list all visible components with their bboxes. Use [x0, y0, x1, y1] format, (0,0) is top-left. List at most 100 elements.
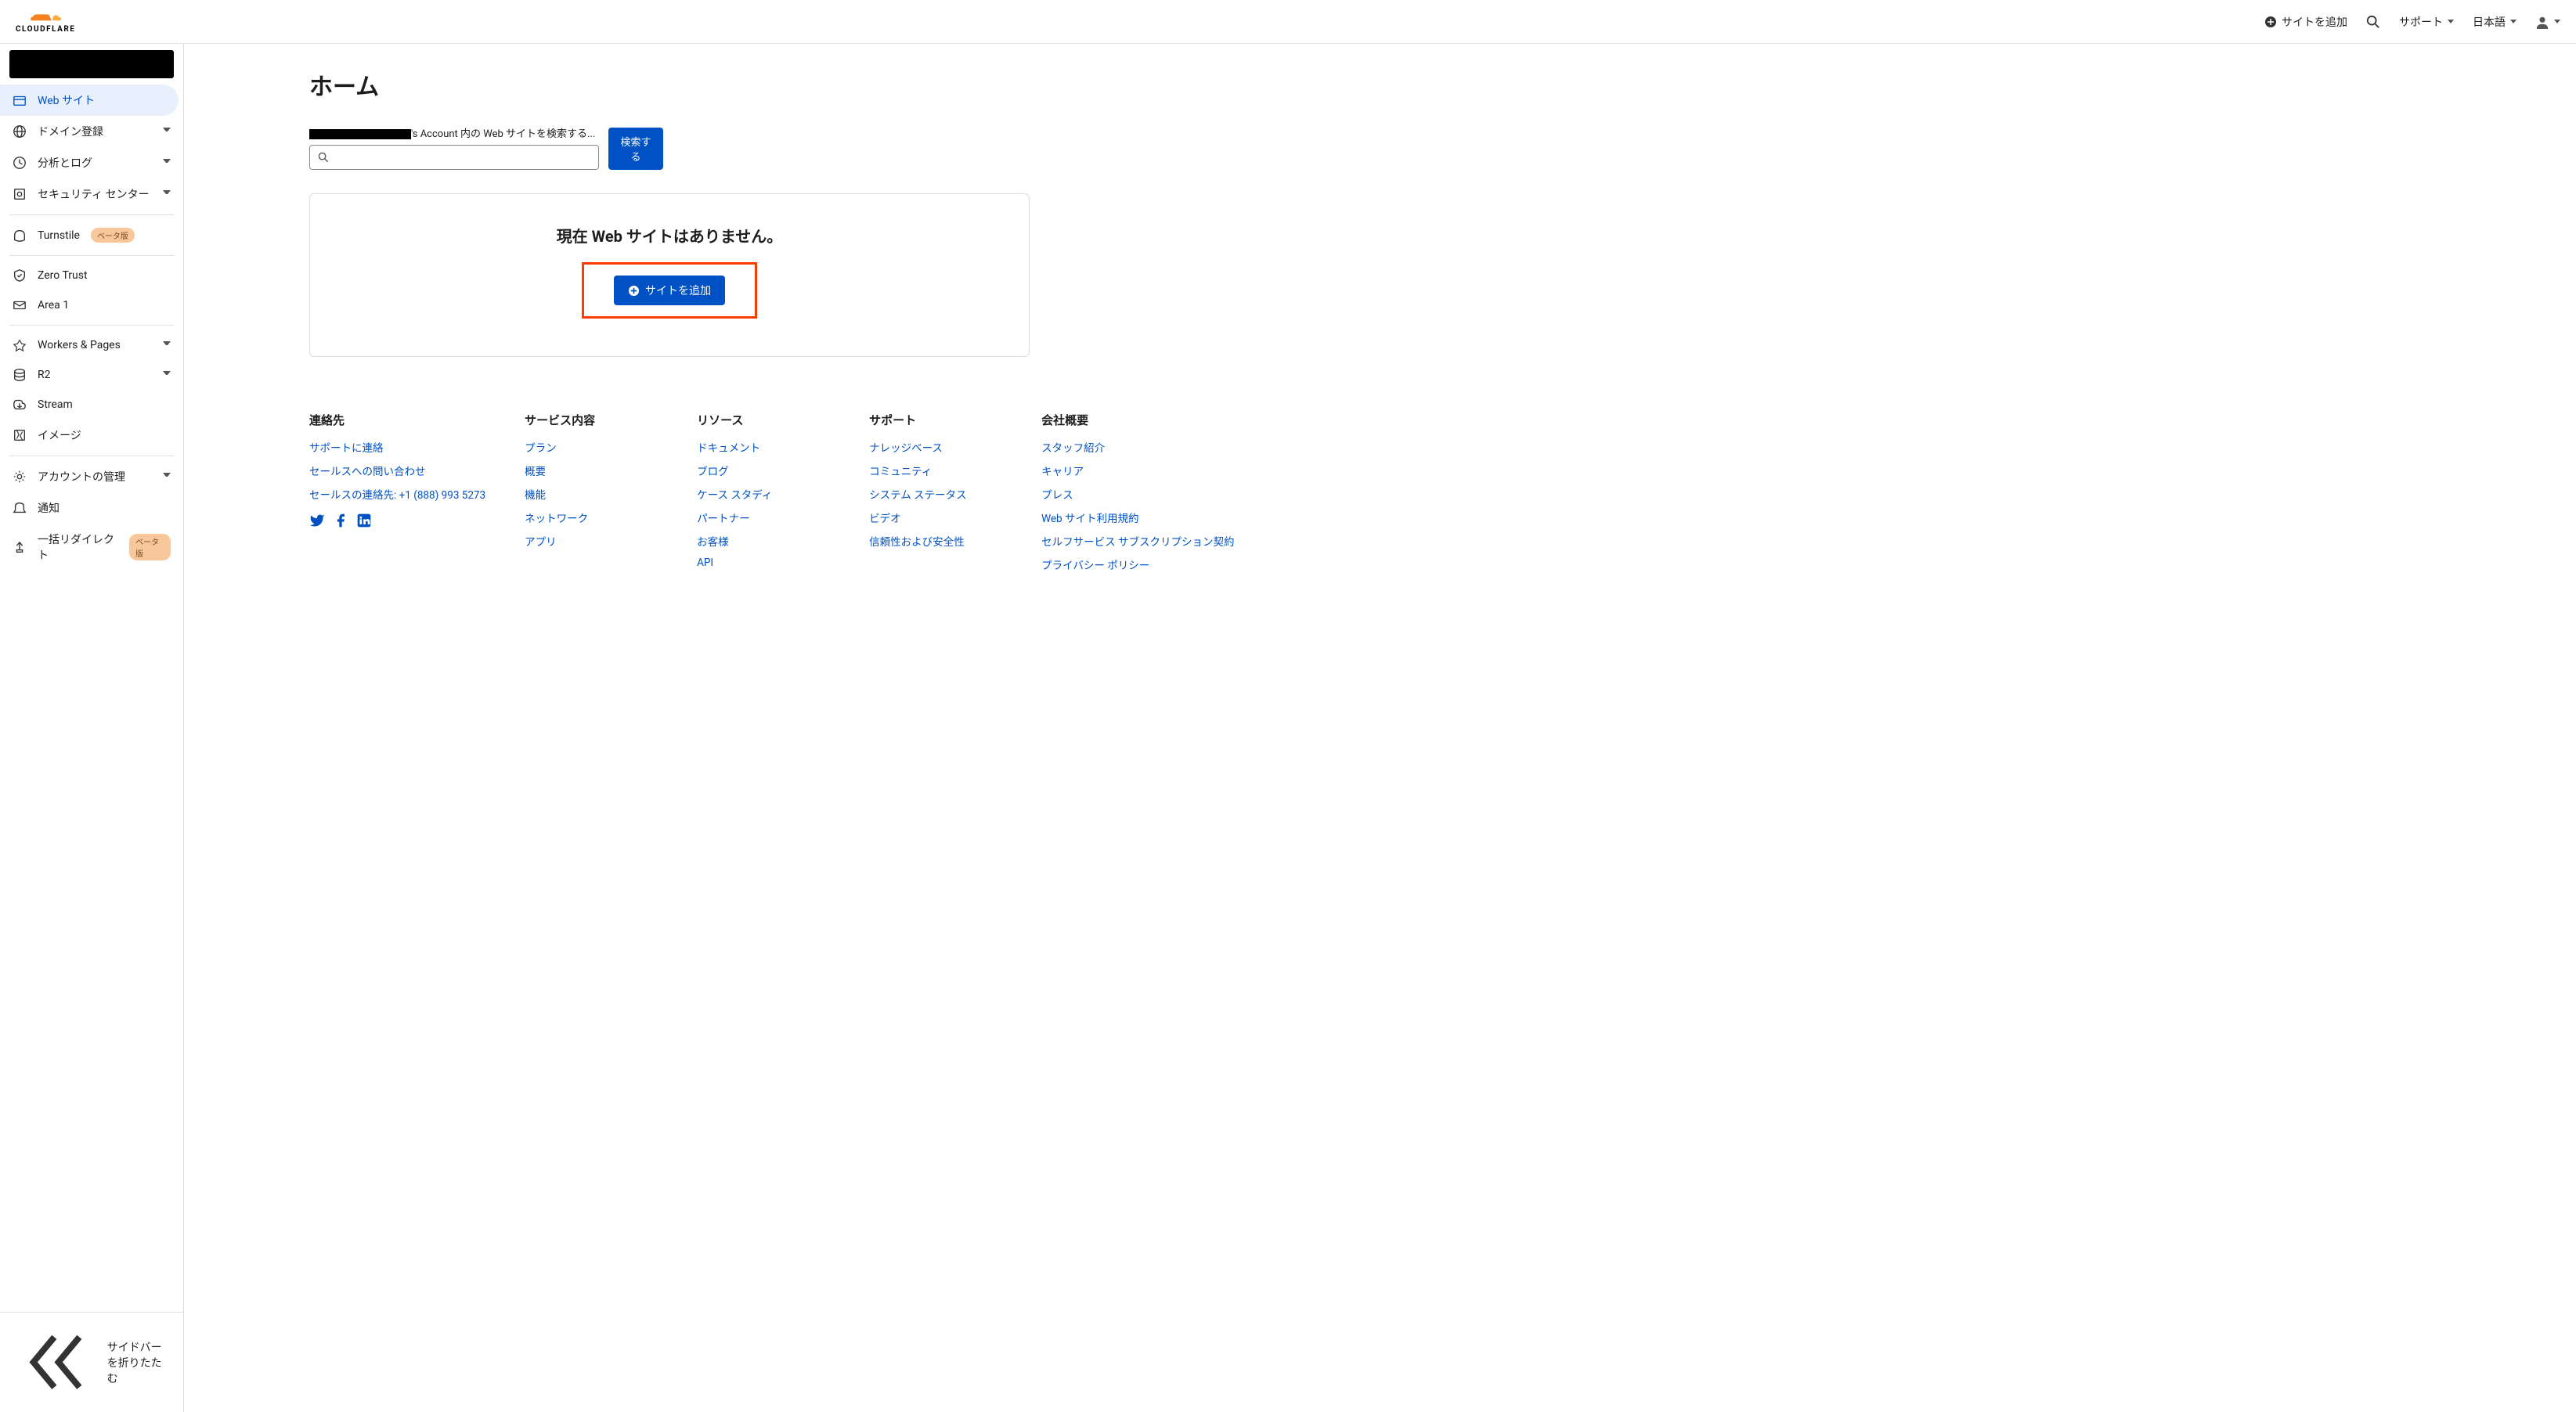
sidebar-item-label: セキュリティ センター: [38, 186, 150, 202]
footer-link[interactable]: 機能: [525, 489, 546, 502]
language-label: 日本語: [2473, 14, 2506, 30]
caret-down-icon: [2448, 20, 2454, 23]
nav-icon: [13, 124, 27, 139]
footer-link[interactable]: コミュニティ: [869, 466, 932, 478]
footer-heading: サービス内容: [525, 412, 658, 428]
main-content: ホーム 's Account 内の Web サイトを検索する... 検索する 現…: [184, 44, 2576, 388]
footer-link[interactable]: Web サイト利用規約: [1041, 513, 1138, 525]
language-dropdown[interactable]: 日本語: [2473, 14, 2516, 30]
sidebar-item[interactable]: Workers & Pages: [0, 330, 183, 360]
search-input-wrapper[interactable]: [309, 145, 599, 170]
nav-icon: [13, 398, 27, 412]
twitter-icon[interactable]: [309, 513, 325, 528]
nav-icon: [13, 540, 27, 554]
caret-down-icon: [163, 128, 171, 135]
search-button[interactable]: 検索する: [608, 128, 663, 170]
logo-text: CLOUDFLARE: [16, 25, 75, 34]
caret-down-icon: [163, 159, 171, 167]
add-site-button-label: サイトを追加: [645, 283, 711, 298]
sidebar-item-label: Area 1: [38, 299, 69, 312]
sidebar-item[interactable]: アカウントの管理: [0, 461, 183, 492]
account-dropdown[interactable]: [2535, 15, 2560, 29]
logo[interactable]: CLOUDFLARE: [16, 9, 75, 34]
footer-link[interactable]: ビデオ: [869, 513, 901, 525]
footer-link[interactable]: プラン: [525, 442, 557, 455]
linkedin-icon[interactable]: [356, 513, 372, 528]
sidebar-item[interactable]: セキュリティ センター: [0, 178, 183, 210]
footer-link[interactable]: パートナー: [697, 513, 750, 525]
sidebar-collapse-button[interactable]: サイドバーを折りたたむ: [0, 1312, 183, 1412]
sidebar-item-label: ドメイン登録: [38, 124, 103, 139]
search-input[interactable]: [335, 151, 590, 164]
footer-link[interactable]: アプリ: [525, 536, 557, 549]
footer-link[interactable]: ネットワーク: [525, 513, 588, 525]
footer-heading: 会社概要: [1041, 412, 1234, 428]
sidebar-item[interactable]: Stream: [0, 390, 183, 420]
footer: 連絡先サポートに連絡セールスへの問い合わせセールスの連絡先: +1 (888) …: [184, 388, 2576, 611]
footer-link[interactable]: サポートに連絡: [309, 442, 384, 455]
header-right: サイトを追加 サポート 日本語: [2264, 14, 2560, 30]
footer-link[interactable]: キャリア: [1041, 466, 1084, 478]
empty-state-title: 現在 Web サイトはありません。: [326, 224, 1013, 247]
account-selector[interactable]: [9, 50, 174, 78]
search-label: 's Account 内の Web サイトを検索する...: [309, 125, 599, 140]
caret-down-icon: [163, 371, 171, 379]
collapse-icon: [13, 1320, 96, 1404]
sidebar-item[interactable]: R2: [0, 360, 183, 390]
sidebar-item-label: 一括リダイレクト: [38, 531, 118, 563]
support-dropdown[interactable]: サポート: [2399, 14, 2454, 30]
footer-link[interactable]: プレス: [1041, 489, 1073, 502]
sidebar-item[interactable]: Turnstileベータ版: [0, 220, 183, 250]
caret-down-icon: [163, 473, 171, 481]
redacted-account-name: [309, 129, 411, 139]
sidebar-item[interactable]: ドメイン登録: [0, 116, 183, 147]
sidebar-item-label: イメージ: [38, 427, 81, 443]
search-row: 's Account 内の Web サイトを検索する... 検索する: [309, 125, 2537, 170]
search-icon[interactable]: [2366, 15, 2380, 29]
footer-link[interactable]: スタッフ紹介: [1041, 442, 1105, 455]
footer-link[interactable]: セールスの連絡先: +1 (888) 993 5273: [309, 489, 485, 502]
sidebar-item[interactable]: イメージ: [0, 420, 183, 451]
nav-icon: [13, 156, 27, 170]
beta-badge: ベータ版: [129, 534, 171, 560]
sidebar-item[interactable]: Zero Trust: [0, 261, 183, 290]
sidebar-item[interactable]: 通知: [0, 492, 183, 524]
footer-link[interactable]: プライバシー ポリシー: [1041, 560, 1149, 572]
empty-state-card: 現在 Web サイトはありません。 サイトを追加: [309, 193, 1030, 357]
footer-column: リソースドキュメントブログケース スタディパートナーお客様API: [697, 412, 830, 580]
sidebar-item-label: 通知: [38, 500, 60, 516]
footer-link[interactable]: 概要: [525, 466, 546, 478]
footer-link[interactable]: 信頼性および安全性: [869, 536, 965, 549]
sidebar-item[interactable]: 分析とログ: [0, 147, 183, 178]
nav-icon: [13, 298, 27, 312]
footer-link[interactable]: API: [697, 557, 713, 569]
footer-link[interactable]: ナレッジベース: [869, 442, 943, 455]
plus-circle-icon: [2264, 16, 2277, 28]
sidebar-item-label: Zero Trust: [38, 269, 88, 282]
footer-column: 会社概要スタッフ紹介キャリアプレス Web サイト利用規約セルフサービス サブスク…: [1041, 412, 1234, 580]
header: CLOUDFLARE サイトを追加 サポート 日本語: [0, 0, 2576, 44]
add-site-button[interactable]: サイトを追加: [614, 276, 725, 305]
facebook-icon[interactable]: [333, 513, 348, 528]
cloudflare-logo-icon: [29, 9, 62, 23]
footer-link[interactable]: セールスへの問い合わせ: [309, 466, 426, 478]
caret-down-icon: [163, 341, 171, 349]
footer-heading: 連絡先: [309, 412, 485, 428]
add-site-header-button[interactable]: サイトを追加: [2264, 14, 2347, 30]
footer-link[interactable]: お客様: [697, 536, 729, 549]
footer-link[interactable]: ドキュメント: [697, 442, 760, 455]
nav-icon: [13, 93, 27, 107]
footer-link[interactable]: ケース スタディ: [697, 489, 772, 502]
sidebar-item-label: アカウントの管理: [38, 469, 125, 484]
footer-link[interactable]: セルフサービス サブスクリプション契約: [1041, 536, 1234, 549]
footer-column: サポートナレッジベースコミュニティシステム ステータスビデオ信頼性および安全性: [869, 412, 1002, 580]
sidebar-item[interactable]: 一括リダイレクトベータ版: [0, 524, 183, 571]
search-icon: [318, 152, 329, 163]
nav-icon: [13, 338, 27, 352]
nav-icon: [13, 368, 27, 382]
sidebar-item[interactable]: Web サイト: [0, 85, 179, 116]
footer-link[interactable]: ブログ: [697, 466, 729, 478]
nav-icon: [13, 501, 27, 515]
footer-link[interactable]: システム ステータス: [869, 489, 966, 502]
sidebar-item[interactable]: Area 1: [0, 290, 183, 320]
